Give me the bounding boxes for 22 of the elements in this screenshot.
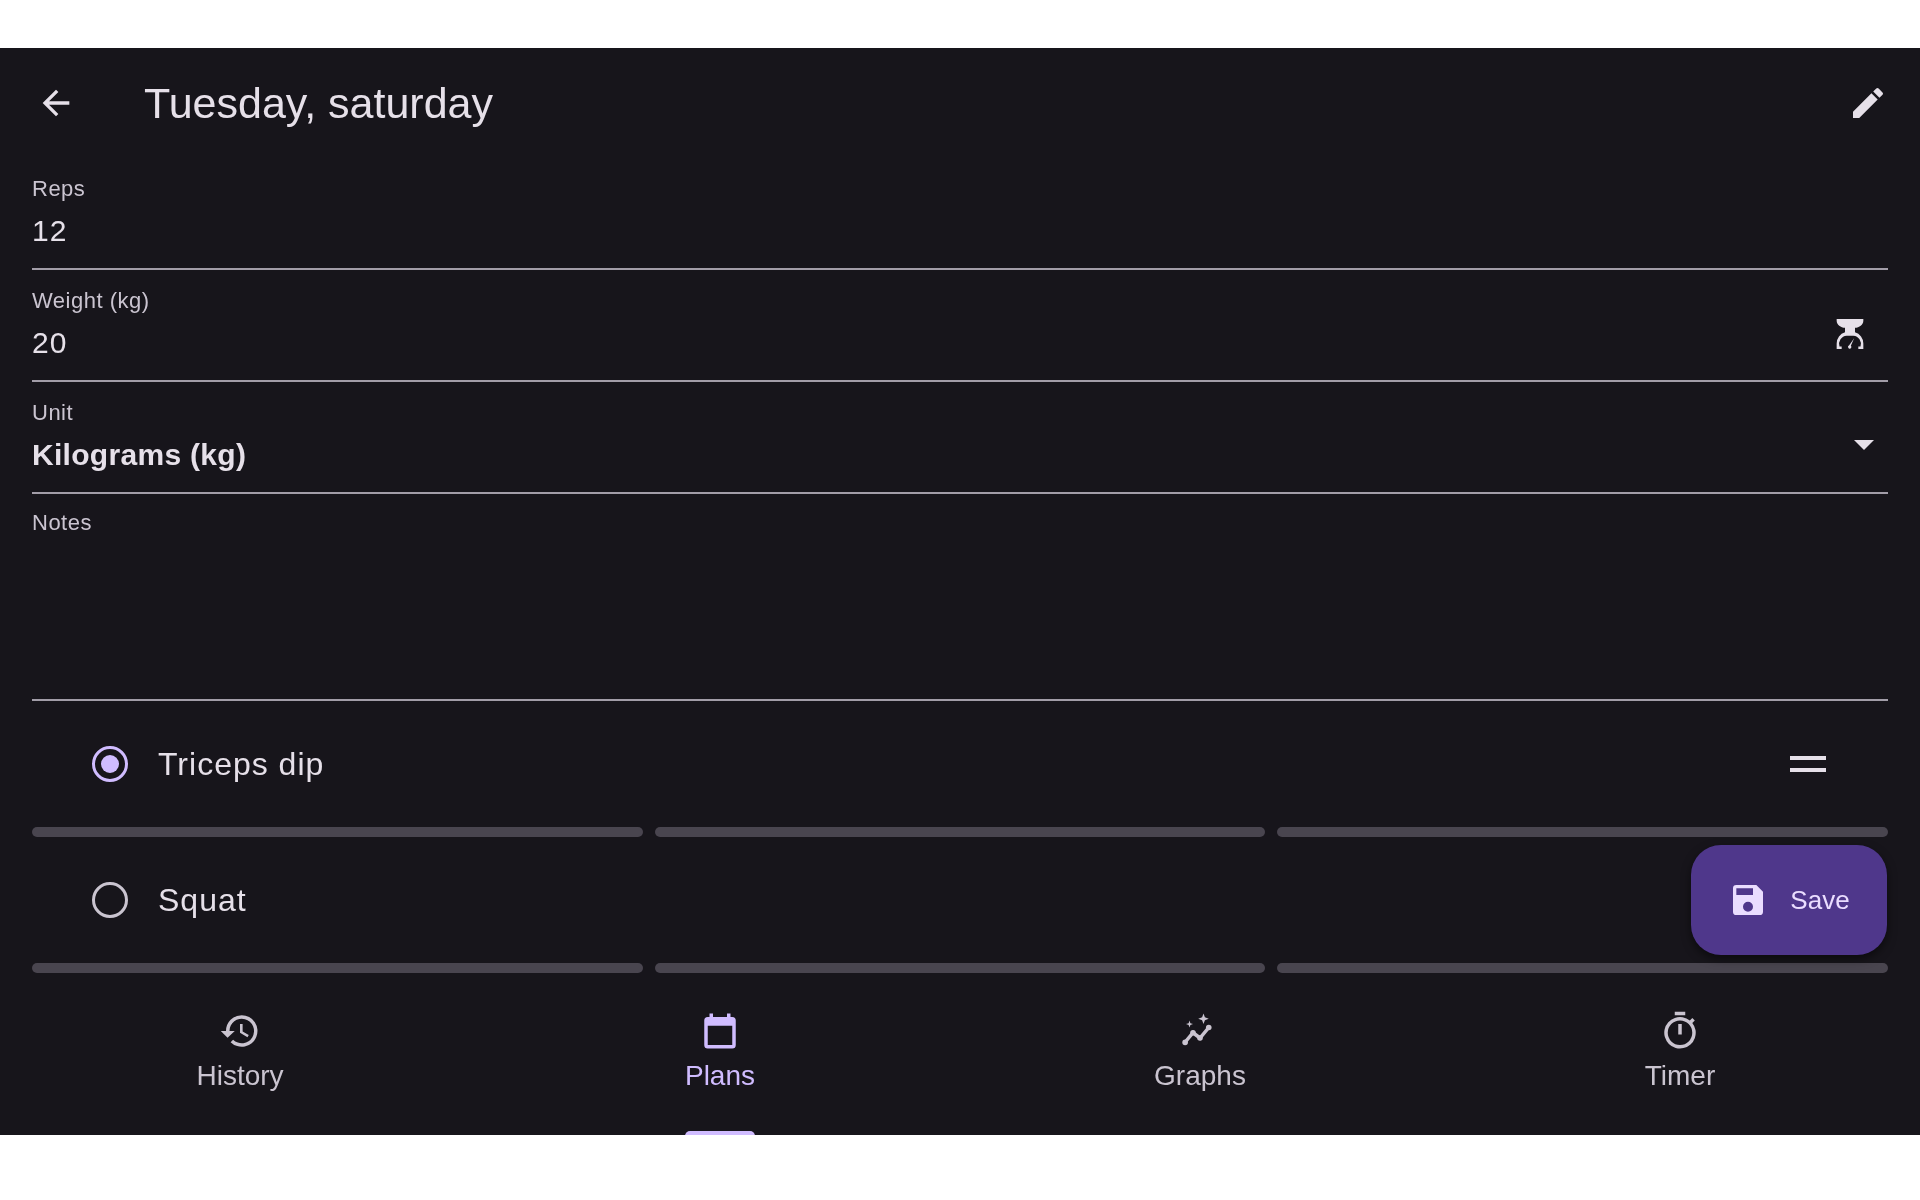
nav-tab[interactable]: Timer (1440, 978, 1920, 1135)
field-label: Reps (32, 176, 86, 202)
field-label: Unit (32, 400, 74, 426)
nav-tab[interactable]: Graphs (960, 978, 1440, 1135)
save-button[interactable]: Save (1691, 845, 1887, 955)
field-value: Kilograms (kg) (32, 438, 247, 472)
unit-dropdown[interactable]: Unit Kilograms (kg) (32, 382, 1888, 494)
radio-button[interactable] (92, 882, 128, 918)
radio-button[interactable] (92, 746, 128, 782)
exercise-name: Triceps dip (158, 745, 325, 783)
screen-title: Tuesday, saturday (144, 78, 494, 128)
notes-field[interactable]: Notes (32, 494, 1888, 701)
exercise-name: Squat (158, 881, 247, 919)
input-field[interactable]: Weight (kg) 20 (32, 270, 1888, 382)
field-label: Weight (kg) (32, 288, 150, 314)
dropdown-caret-icon (1854, 440, 1874, 450)
field-value: 20 (32, 326, 68, 360)
input-field[interactable]: Reps 12 (32, 158, 1888, 270)
nav-tab[interactable]: History (0, 978, 480, 1135)
field-label: Notes (32, 510, 92, 536)
field-value: 12 (32, 214, 68, 248)
nav-tab[interactable]: Plans (480, 978, 960, 1135)
